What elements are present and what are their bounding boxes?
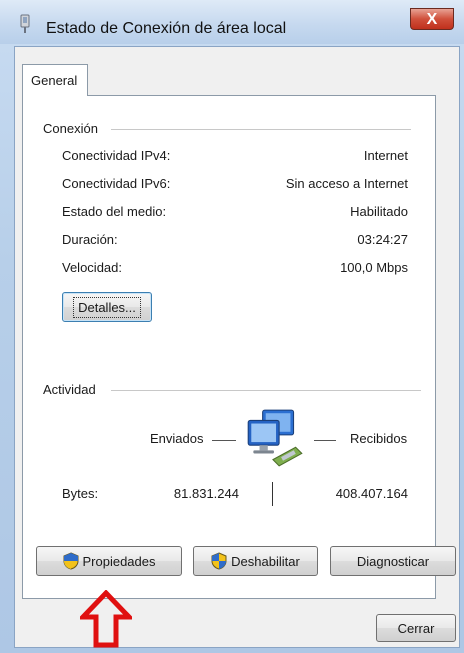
conexion-divider [111, 129, 411, 130]
properties-button[interactable]: Propiedades [36, 546, 182, 576]
title-bar[interactable]: Estado de Conexión de área local X [0, 0, 464, 44]
media-state-label: Estado del medio: [62, 204, 167, 219]
tab-general[interactable]: General [22, 64, 88, 96]
conexion-heading: Conexión [43, 121, 102, 136]
speed-value: 100,0 Mbps [340, 260, 408, 275]
disable-button[interactable]: Deshabilitar [193, 546, 318, 576]
ipv4-value: Internet [363, 148, 408, 163]
bytes-sent-value: 81.831.244 [173, 486, 239, 501]
close-button[interactable]: Cerrar [376, 614, 456, 642]
window-title: Estado de Conexión de área local [46, 20, 287, 37]
uac-shield-icon [63, 552, 78, 570]
tab-general-label: General [31, 73, 78, 88]
dialog-window: Estado de Conexión de área local X Gener… [0, 0, 464, 653]
ipv6-label: Conectividad IPv6: [62, 176, 171, 191]
details-button-label: Detalles... [73, 296, 141, 318]
diagnose-button-label: Diagnosticar [356, 553, 430, 569]
sent-connector-line [212, 440, 236, 441]
diagnose-button[interactable]: Diagnosticar [330, 546, 456, 576]
close-window-button[interactable]: X [410, 8, 454, 30]
received-label: Recibidos [350, 431, 408, 446]
bytes-separator [272, 482, 273, 506]
red-up-arrow [80, 590, 132, 648]
disable-button-label: Deshabilitar [231, 553, 300, 569]
bytes-received-value: 408.407.164 [335, 486, 408, 501]
sent-label: Enviados [150, 431, 204, 446]
details-button[interactable]: Detalles... [62, 292, 152, 322]
ipv4-label: Conectividad IPv4: [62, 148, 171, 163]
actividad-heading: Actividad [43, 382, 100, 397]
network-connection-icon [20, 14, 30, 33]
general-tab-panel: Conexión Actividad [22, 95, 436, 599]
actividad-divider [111, 390, 421, 391]
duration-label: Duración: [62, 232, 118, 247]
bytes-label: Bytes: [62, 486, 99, 501]
speed-label: Velocidad: [62, 260, 122, 275]
media-state-value: Habilitado [350, 204, 408, 219]
received-connector-line [314, 440, 336, 441]
close-button-label: Cerrar [397, 620, 435, 636]
ipv6-value: Sin acceso a Internet [285, 176, 408, 191]
properties-button-label: Propiedades [82, 553, 156, 569]
uac-shield-icon [211, 552, 227, 570]
network-computers-icon [247, 409, 303, 467]
duration-value: 03:24:27 [357, 232, 408, 247]
